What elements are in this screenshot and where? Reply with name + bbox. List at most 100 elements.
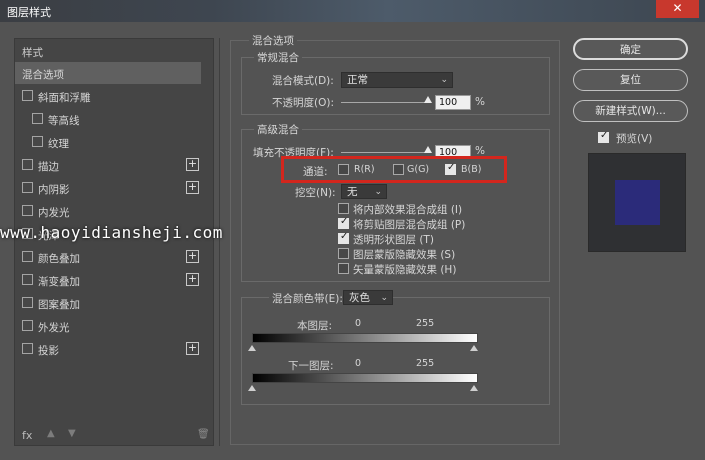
preview-swatch	[615, 180, 660, 225]
general-blending-title: 常规混合	[254, 50, 302, 65]
style-checkbox[interactable]	[22, 274, 33, 285]
blend-if-label: 混合颜色带(E):	[269, 291, 346, 306]
ok-button[interactable]: 确定	[573, 38, 688, 60]
style-item-stroke[interactable]: 描边 +	[15, 154, 201, 176]
add-style-button[interactable]: +	[186, 158, 199, 171]
style-checkbox[interactable]	[22, 297, 33, 308]
style-checkbox[interactable]	[22, 182, 33, 193]
style-item-texture[interactable]: 纹理	[15, 131, 201, 153]
add-style-button[interactable]: +	[186, 181, 199, 194]
style-checkbox[interactable]	[22, 90, 33, 101]
option-label: 图层蒙版隐藏效果 (S)	[353, 249, 456, 261]
underlying-layer-max: 255	[416, 358, 435, 369]
this-layer-white-handle[interactable]	[470, 345, 478, 351]
blend-mode-dropdown[interactable]: 正常 ⌄	[341, 72, 453, 88]
underlying-layer-black-handle[interactable]	[248, 385, 256, 391]
this-layer-min: 0	[355, 318, 362, 329]
fx-icon[interactable]: fx	[22, 429, 32, 442]
style-checkbox[interactable]	[22, 343, 33, 354]
this-layer-black-handle[interactable]	[248, 345, 256, 351]
style-checkbox[interactable]	[32, 136, 43, 147]
option-checkbox-transparency-shapes[interactable]	[338, 231, 349, 244]
advanced-blending-title: 高级混合	[254, 122, 302, 137]
style-item-inner-glow[interactable]: 内发光	[15, 200, 201, 222]
chevron-down-icon: ⌄	[374, 187, 382, 197]
style-item-label: 描边	[38, 161, 59, 173]
blend-mode-label: 混合模式(D):	[272, 75, 334, 87]
this-layer-max: 255	[416, 318, 435, 329]
style-item-label: 纹理	[48, 138, 69, 150]
chevron-down-icon: ⌄	[440, 75, 448, 85]
this-layer-label: 本图层:	[297, 320, 333, 332]
style-item-drop-shadow[interactable]: 投影 +	[15, 338, 201, 360]
style-item-color-overlay[interactable]: 颜色叠加 +	[15, 246, 201, 268]
option-label: 矢量蒙版隐藏效果 (H)	[353, 264, 457, 276]
blend-if-group	[241, 297, 550, 405]
new-style-button[interactable]: 新建样式(W)...	[573, 100, 688, 122]
style-item-inner-shadow[interactable]: 内阴影 +	[15, 177, 201, 199]
style-item-pattern-overlay[interactable]: 图案叠加	[15, 292, 201, 314]
knockout-value: 无	[347, 186, 358, 198]
style-checkbox[interactable]	[22, 205, 33, 216]
style-preview-thumbnail	[588, 153, 686, 252]
title-bar: 图层样式 ✕	[0, 0, 705, 22]
underlying-layer-min: 0	[355, 358, 362, 369]
option-checkbox-layer-mask-hides[interactable]	[338, 248, 349, 259]
underlying-layer-label: 下一图层:	[288, 360, 334, 372]
style-item-label: 外发光	[38, 322, 70, 334]
move-down-icon[interactable]: ▼	[68, 428, 76, 439]
style-item-label: 颜色叠加	[38, 253, 80, 265]
style-item-blending-options[interactable]: 混合选项	[15, 62, 201, 84]
close-button[interactable]: ✕	[656, 0, 699, 18]
section-title: 混合选项	[249, 33, 297, 48]
add-style-button[interactable]: +	[186, 342, 199, 355]
chevron-down-icon: ⌄	[380, 293, 388, 303]
fill-opacity-slider-track[interactable]	[341, 152, 430, 153]
style-item-label: 斜面和浮雕	[38, 92, 91, 104]
add-style-button[interactable]: +	[186, 250, 199, 263]
opacity-slider-track[interactable]	[341, 102, 430, 103]
blend-if-dropdown[interactable]: 灰色 ⌄	[343, 290, 393, 305]
opacity-input[interactable]: 100	[435, 95, 471, 110]
channels-highlight-box	[281, 156, 507, 183]
style-item-outer-glow[interactable]: 外发光	[15, 315, 201, 337]
option-checkbox-blend-clipped[interactable]	[338, 216, 349, 229]
style-item-label: 图案叠加	[38, 299, 80, 311]
opacity-label: 不透明度(O):	[272, 97, 334, 109]
styles-header: 样式	[22, 47, 43, 59]
styles-list-panel: 样式 混合选项 斜面和浮雕 等高线 纹理 描边 + 内阴影 + 内发光 光泽 颜…	[14, 38, 214, 446]
style-item-contour[interactable]: 等高线	[15, 108, 201, 130]
style-item-label: 混合选项	[22, 69, 64, 81]
option-label: 将剪贴图层混合成组 (P)	[353, 219, 466, 231]
fill-opacity-slider-knob[interactable]	[424, 146, 432, 153]
panel-divider	[219, 38, 220, 446]
opacity-slider-knob[interactable]	[424, 96, 432, 103]
underlying-layer-white-handle[interactable]	[470, 385, 478, 391]
opacity-unit: %	[475, 96, 485, 108]
preview-checkbox[interactable]	[598, 130, 609, 143]
style-item-label: 投影	[38, 345, 59, 357]
preview-label: 预览(V)	[616, 133, 653, 145]
option-label: 将内部效果混合成组 (I)	[353, 204, 463, 216]
blend-if-value: 灰色	[349, 292, 370, 304]
style-checkbox[interactable]	[32, 113, 43, 124]
window-title: 图层样式	[7, 6, 51, 19]
style-item-gradient-overlay[interactable]: 渐变叠加 +	[15, 269, 201, 291]
add-style-button[interactable]: +	[186, 273, 199, 286]
option-checkbox-blend-interior[interactable]	[338, 203, 349, 214]
style-checkbox[interactable]	[22, 159, 33, 170]
style-item-label: 渐变叠加	[38, 276, 80, 288]
this-layer-gradient	[252, 333, 478, 343]
style-checkbox[interactable]	[22, 251, 33, 262]
underlying-layer-gradient	[252, 373, 478, 383]
style-item-label: 内阴影	[38, 184, 70, 196]
blend-mode-value: 正常	[347, 74, 368, 86]
option-checkbox-vector-mask-hides[interactable]	[338, 263, 349, 274]
move-up-icon[interactable]: ▲	[47, 428, 55, 439]
reset-button[interactable]: 复位	[573, 69, 688, 91]
knockout-dropdown[interactable]: 无 ⌄	[341, 184, 387, 199]
style-item-bevel-emboss[interactable]: 斜面和浮雕	[15, 85, 201, 107]
style-checkbox[interactable]	[22, 320, 33, 331]
style-item-label: 内发光	[38, 207, 70, 219]
trash-icon[interactable]: 🗑	[197, 429, 210, 440]
